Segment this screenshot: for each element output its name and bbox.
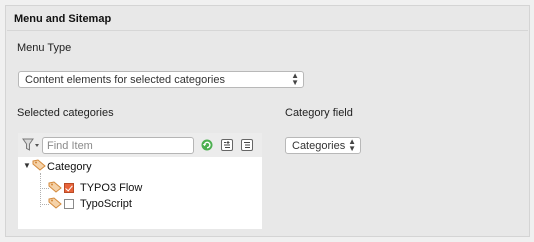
title-divider — [7, 30, 528, 31]
select-arrows-icon: ▲ ▼ — [291, 71, 299, 87]
menu-type-select[interactable]: Content elements for selected categories… — [18, 71, 304, 88]
tree-item-checkbox[interactable] — [64, 199, 74, 209]
menu-sitemap-panel: Menu and Sitemap Menu Type Content eleme… — [5, 5, 530, 237]
category-tag-icon — [48, 181, 62, 196]
menu-type-value: Content elements for selected categories — [25, 74, 225, 86]
panel-title: Menu and Sitemap — [14, 13, 112, 25]
select-arrows-icon: ▲ ▼ — [348, 137, 356, 153]
tree-connector — [40, 173, 41, 207]
category-field-value: Categories — [292, 140, 346, 152]
find-item-input[interactable] — [42, 137, 194, 154]
tree-item-checkbox[interactable] — [64, 183, 74, 193]
tree-item-label[interactable]: TypoScript — [80, 198, 132, 210]
selected-categories-label: Selected categories — [17, 107, 114, 119]
category-field-label: Category field — [285, 107, 353, 119]
category-tag-icon — [48, 197, 62, 212]
category-tag-icon — [32, 159, 46, 174]
tree-toolbar — [18, 133, 262, 157]
expand-toggle-icon[interactable]: ▼ — [23, 161, 31, 170]
tree-item-label[interactable]: TYPO3 Flow — [80, 182, 142, 194]
expand-all-icon[interactable] — [220, 138, 234, 152]
category-tree: ▼ Category TYPO3 Flow — [18, 133, 262, 229]
tree-root-label[interactable]: Category — [47, 161, 92, 173]
refresh-icon[interactable] — [200, 138, 214, 152]
category-field-select[interactable]: Categories ▲ ▼ — [285, 137, 361, 154]
menu-type-label: Menu Type — [17, 42, 72, 54]
collapse-all-icon[interactable] — [240, 138, 254, 152]
filter-icon[interactable] — [22, 138, 40, 152]
